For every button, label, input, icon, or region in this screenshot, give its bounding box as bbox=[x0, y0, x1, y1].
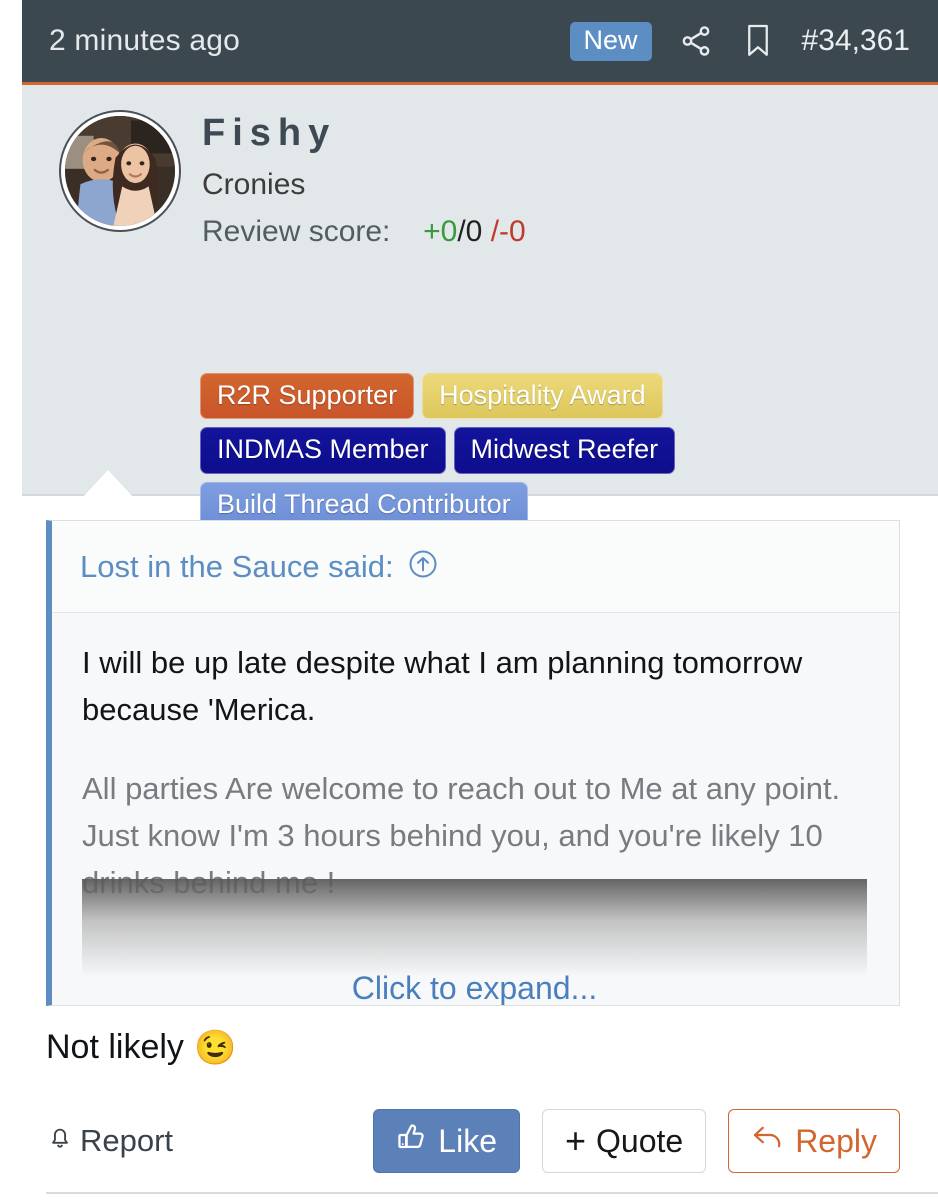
expand-gradient-overlay[interactable]: Click to expand... bbox=[82, 879, 867, 1005]
quote-button[interactable]: + Quote bbox=[541, 1109, 707, 1173]
user-badges: R2R Supporter Hospitality Award INDMAS M… bbox=[200, 373, 800, 529]
quote-paragraph-1: I will be up late despite what I am plan… bbox=[82, 645, 803, 728]
post-timestamp: 2 minutes ago bbox=[49, 24, 241, 57]
like-button[interactable]: Like bbox=[373, 1109, 520, 1173]
badge-indmas-member[interactable]: INDMAS Member bbox=[200, 427, 446, 474]
review-score-label: Review score: bbox=[202, 214, 391, 248]
post-header-bar: 2 minutes ago New #34,361 bbox=[22, 0, 938, 85]
report-button[interactable]: Report bbox=[46, 1122, 173, 1160]
quote-header: Lost in the Sauce said: bbox=[52, 521, 899, 613]
bubble-tail bbox=[82, 470, 134, 498]
quote-attribution[interactable]: Lost in the Sauce said: bbox=[80, 549, 394, 585]
bottom-divider bbox=[46, 1192, 938, 1194]
bookmark-icon[interactable] bbox=[740, 21, 776, 61]
thumbs-up-icon bbox=[396, 1121, 428, 1161]
bell-icon bbox=[46, 1122, 74, 1160]
new-badge[interactable]: New bbox=[569, 21, 652, 61]
forum-post: 2 minutes ago New #34,361 Fishy Cronies … bbox=[0, 0, 938, 1200]
winking-face-emoji: 😉 bbox=[193, 1028, 237, 1067]
user-title: Cronies bbox=[202, 167, 306, 201]
badge-hospitality-award[interactable]: Hospitality Award bbox=[422, 373, 663, 420]
primary-actions: Like + Quote Reply bbox=[373, 1109, 900, 1173]
report-label: Report bbox=[80, 1123, 174, 1158]
user-identity: Fishy Cronies Review score: +0/0 /-0 bbox=[202, 110, 526, 249]
user-avatar-photo bbox=[65, 116, 175, 226]
header-actions: New #34,361 bbox=[569, 21, 910, 61]
plus-icon: + bbox=[564, 1120, 587, 1161]
post-message-text: Not likely bbox=[46, 1028, 184, 1066]
click-to-expand-label[interactable]: Click to expand... bbox=[352, 970, 597, 1005]
reply-button[interactable]: Reply bbox=[728, 1109, 900, 1173]
circle-up-arrow-icon[interactable] bbox=[408, 549, 438, 584]
review-negative: /-0 bbox=[490, 214, 526, 248]
like-label: Like bbox=[438, 1122, 497, 1159]
post-message: Not likely 😉 bbox=[46, 1028, 236, 1067]
quote-body: I will be up late despite what I am plan… bbox=[52, 613, 899, 907]
reply-arrow-icon bbox=[751, 1122, 785, 1160]
avatar[interactable] bbox=[61, 112, 179, 230]
badge-r2r-supporter[interactable]: R2R Supporter bbox=[200, 373, 415, 420]
share-icon[interactable] bbox=[678, 21, 714, 61]
review-neutral: /0 bbox=[457, 214, 483, 248]
review-positive: +0 bbox=[423, 214, 458, 248]
post-number[interactable]: #34,361 bbox=[802, 24, 910, 58]
quote-block[interactable]: Lost in the Sauce said: I will be up lat… bbox=[46, 520, 900, 1006]
badge-midwest-reefer[interactable]: Midwest Reefer bbox=[453, 427, 676, 474]
username[interactable]: Fishy bbox=[202, 110, 526, 158]
quote-label: Quote bbox=[596, 1122, 684, 1159]
review-score: Review score: +0/0 /-0 bbox=[202, 215, 526, 249]
reply-label: Reply bbox=[795, 1122, 877, 1159]
user-info-card: Fishy Cronies Review score: +0/0 /-0 R2R… bbox=[22, 85, 938, 529]
post-actions: Report Like + Quote Reply bbox=[46, 1108, 900, 1174]
